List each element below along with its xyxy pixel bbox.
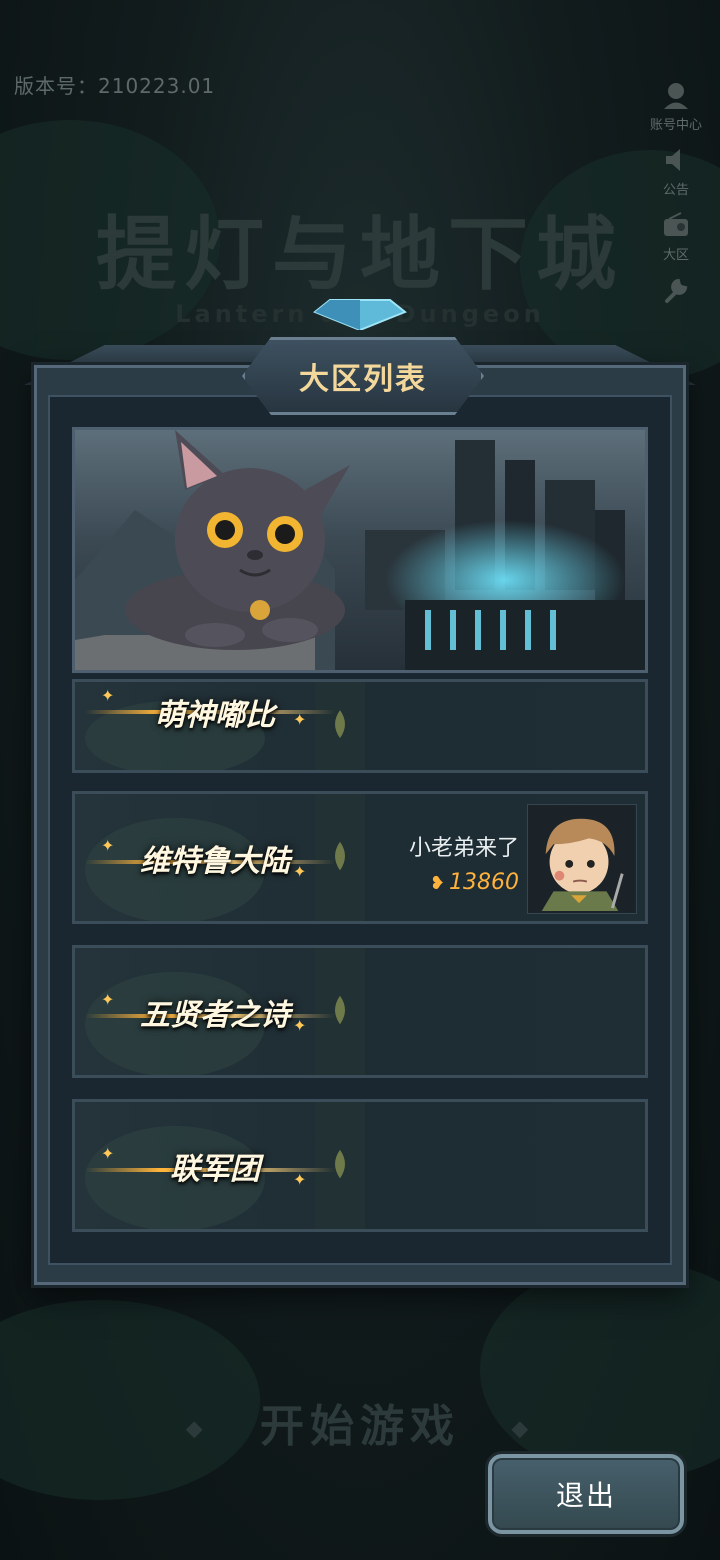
game-title: 提灯与地下城 (96, 208, 624, 301)
banner-illustration (75, 430, 645, 670)
dialog-title-plate: 大区列表 (242, 337, 484, 415)
diamond-ornament-icon: ◆ (185, 1416, 209, 1442)
power-icon: ❥ (429, 873, 445, 894)
server-item-wuxianzhe-zhi-shi[interactable]: ✦ ✦ 五贤者之诗 (72, 945, 648, 1078)
gem-ornament-icon (313, 299, 407, 330)
sparkle-icon: ✦ (293, 862, 307, 881)
version-label: 版本号：210223.01 (14, 74, 216, 98)
character-name: 小老弟来了 (408, 836, 519, 861)
power-value: 13860 (449, 870, 519, 895)
speaker-icon (666, 149, 680, 171)
diamond-ornament-icon: ◆ (511, 1416, 535, 1442)
server-name-wrap: ✦ ✦ 维特鲁大陆 (85, 794, 345, 921)
character-power: ❥ 13860 (409, 870, 519, 895)
server-name: 维特鲁大陆 (140, 843, 290, 879)
exit-label: 退出 (555, 1479, 616, 1512)
account-center-label: 账号中心 (649, 118, 702, 133)
sparkle-icon: ✦ (101, 990, 115, 1009)
account-center-button[interactable]: 账号中心 (646, 80, 706, 133)
server-name-wrap: ✦ ✦ 五贤者之诗 (85, 948, 345, 1075)
banner-image (72, 427, 648, 673)
hero-portrait-icon (528, 805, 634, 911)
start-game-label: 开始游戏 (260, 1401, 460, 1452)
server-name: 五贤者之诗 (140, 997, 290, 1033)
character-avatar (527, 804, 637, 914)
user-icon (664, 83, 688, 109)
sparkle-icon: ✦ (293, 710, 307, 729)
server-name-wrap: ✦ ✦ 萌神嘟比 (85, 682, 345, 770)
exit-button[interactable]: 退出 (488, 1454, 684, 1534)
sparkle-icon: ✦ (101, 686, 115, 705)
server-list-dialog: 大区列表 ✦ ✦ 萌神嘟比 ✦ ✦ 维特鲁大陆 小老弟来了 ❥ 13860 ✦ … (24, 299, 696, 1290)
app-root: 版本号：210223.01 账号中心 公告 大区 提灯与地下城 Lantern … (0, 0, 720, 1560)
server-item-mengshen-dubi[interactable]: ✦ ✦ 萌神嘟比 (72, 679, 648, 773)
server-name: 萌神嘟比 (155, 698, 275, 733)
server-name-wrap: ✦ ✦ 联军团 (85, 1102, 345, 1229)
server-item-weiteru-dalu[interactable]: ✦ ✦ 维特鲁大陆 小老弟来了 ❥ 13860 (72, 791, 648, 924)
sparkle-icon: ✦ (293, 1016, 307, 1035)
dialog-title: 大区列表 (299, 362, 427, 397)
sparkle-icon: ✦ (101, 836, 115, 855)
sparkle-icon: ✦ (101, 1144, 115, 1163)
server-name: 联军团 (170, 1151, 260, 1187)
start-game-button[interactable]: ◆ 开始游戏 ◆ (0, 1390, 720, 1454)
server-item-lianjuntuan[interactable]: ✦ ✦ 联军团 (72, 1099, 648, 1232)
sparkle-icon: ✦ (293, 1170, 307, 1189)
character-info: 小老弟来了 ❥ 13860 (409, 830, 519, 895)
